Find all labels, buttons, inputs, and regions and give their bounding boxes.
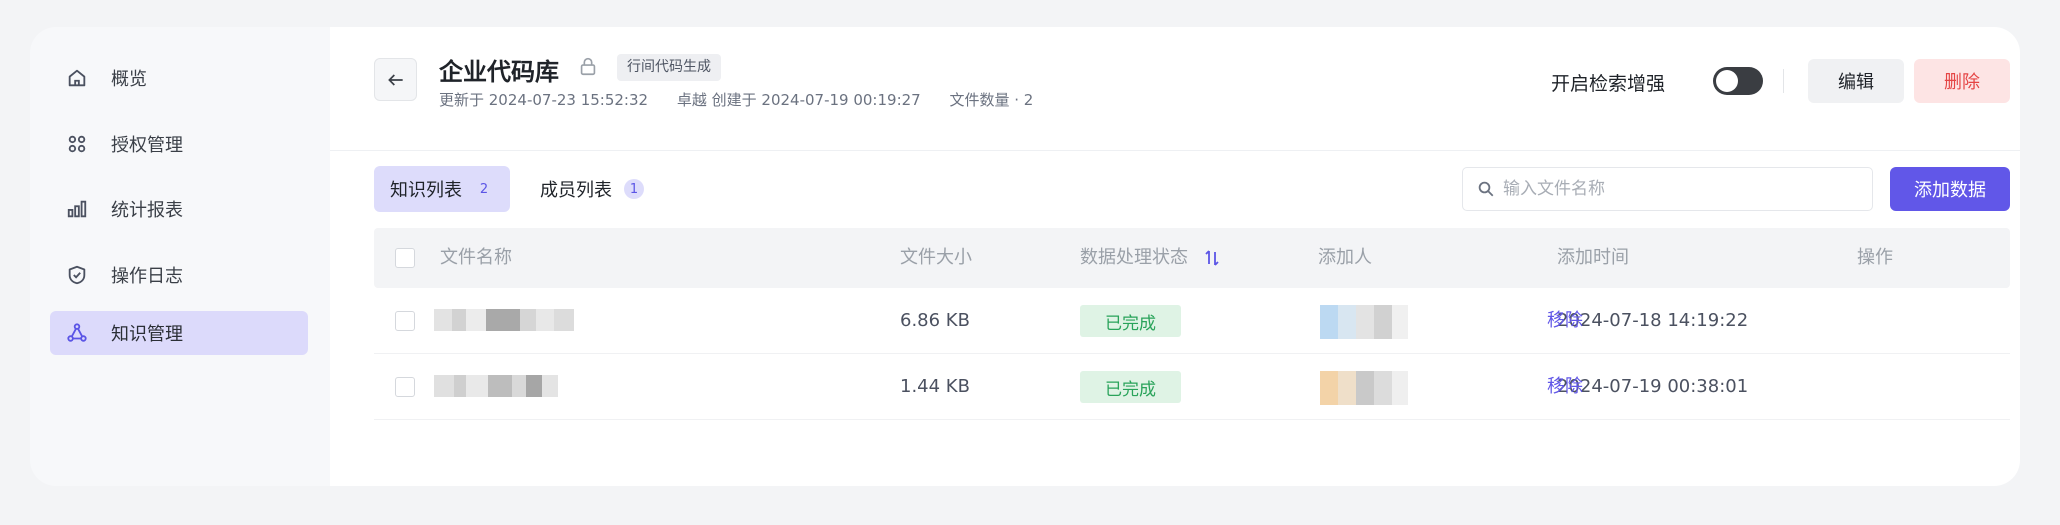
column-header: 文件名称 — [440, 247, 512, 268]
sidebar-item-logs[interactable]: 操作日志 — [50, 253, 308, 297]
tab-member-list[interactable]: 成员列表 1 — [524, 166, 660, 212]
created-info: 卓越 创建于 2024-07-19 00:19:27 — [676, 91, 921, 109]
sidebar-item-label: 知识管理 — [111, 324, 183, 345]
tab-label: 知识列表 — [390, 180, 462, 201]
tab-label: 成员列表 — [540, 180, 612, 201]
sidebar-item-label: 统计报表 — [111, 200, 183, 221]
added-time: 2024-07-19 00:38:01 — [1557, 376, 1749, 397]
add-data-button[interactable]: 添加数据 — [1890, 167, 2010, 211]
page-title: 企业代码库 — [439, 58, 559, 86]
row-checkbox[interactable] — [395, 311, 415, 331]
column-header: 添加人 — [1318, 247, 1372, 268]
delete-button[interactable]: 删除 — [1914, 59, 2010, 103]
tab-knowledge-list[interactable]: 知识列表 2 — [374, 166, 510, 212]
app-window: 概览 授权管理 统计报表 操作日志 知识管理 企业代码库 行间代码生成 更新于 … — [30, 27, 2020, 486]
retrieval-toggle[interactable] — [1713, 67, 1763, 95]
sidebar-item-label: 授权管理 — [111, 135, 183, 156]
search-input[interactable] — [1503, 179, 1843, 199]
updated-time: 更新于 2024-07-23 15:52:32 — [439, 91, 649, 109]
column-header: 添加时间 — [1557, 247, 1629, 268]
column-header: 操作 — [1857, 247, 1893, 268]
retrieval-toggle-label: 开启检索增强 — [1551, 73, 1666, 95]
bar-chart-icon — [66, 198, 88, 220]
meta-info: 更新于 2024-07-23 15:52:32 卓越 创建于 2024-07-1… — [439, 89, 1057, 110]
select-all-checkbox[interactable] — [395, 248, 415, 268]
row-checkbox[interactable] — [395, 377, 415, 397]
sidebar-item-overview[interactable]: 概览 — [50, 56, 308, 100]
network-icon — [66, 322, 88, 344]
toggle-knob — [1716, 70, 1738, 92]
column-header: 数据处理状态 — [1080, 247, 1188, 268]
file-name-redacted — [434, 375, 558, 397]
remove-link[interactable]: 移除 — [1547, 288, 1583, 354]
file-search — [1462, 167, 1873, 211]
status-badge: 已完成 — [1080, 371, 1181, 403]
file-name-redacted — [434, 309, 574, 331]
back-button[interactable] — [374, 58, 417, 101]
table-row: 6.86 KB 已完成 2024-07-18 14:19:22 移除 — [374, 288, 2010, 354]
tab-count-badge: 1 — [624, 179, 644, 199]
arrow-left-icon — [387, 73, 403, 86]
column-header-status[interactable]: 数据处理状态 — [1080, 228, 1220, 288]
column-header: 文件大小 — [900, 247, 972, 268]
file-count: 文件数量 · 2 — [949, 91, 1034, 109]
search-icon — [1478, 181, 1494, 197]
table-header: 文件名称 文件大小 数据处理状态 添加人 添加时间 操作 — [374, 228, 2010, 288]
edit-button[interactable]: 编辑 — [1808, 59, 1904, 103]
lock-icon — [580, 57, 596, 76]
table-row: 1.44 KB 已完成 2024-07-19 00:38:01 移除 — [374, 354, 2010, 420]
remove-link[interactable]: 移除 — [1547, 354, 1583, 420]
sidebar-item-knowledge[interactable]: 知识管理 — [50, 311, 308, 355]
status-badge: 已完成 — [1080, 305, 1181, 337]
shield-icon — [66, 264, 88, 286]
avatar — [1320, 305, 1408, 339]
sidebar-item-label: 概览 — [111, 69, 147, 90]
main-panel: 企业代码库 行间代码生成 更新于 2024-07-23 15:52:32 卓越 … — [330, 27, 2020, 486]
home-icon — [66, 67, 88, 89]
category-tag: 行间代码生成 — [617, 54, 721, 81]
added-time: 2024-07-18 14:19:22 — [1557, 310, 1749, 331]
apps-icon — [66, 133, 88, 155]
file-size: 1.44 KB — [900, 376, 970, 397]
sidebar-item-label: 操作日志 — [111, 266, 183, 287]
file-size: 6.86 KB — [900, 310, 970, 331]
sidebar-item-reports[interactable]: 统计报表 — [50, 187, 308, 231]
avatar — [1320, 371, 1408, 405]
divider — [1783, 69, 1784, 93]
sidebar-item-authorization[interactable]: 授权管理 — [50, 122, 308, 166]
sort-icon[interactable] — [1204, 249, 1220, 267]
page-header: 企业代码库 行间代码生成 更新于 2024-07-23 15:52:32 卓越 … — [330, 27, 2020, 151]
tab-count-badge: 2 — [479, 181, 489, 197]
sidebar: 概览 授权管理 统计报表 操作日志 知识管理 — [30, 27, 330, 486]
